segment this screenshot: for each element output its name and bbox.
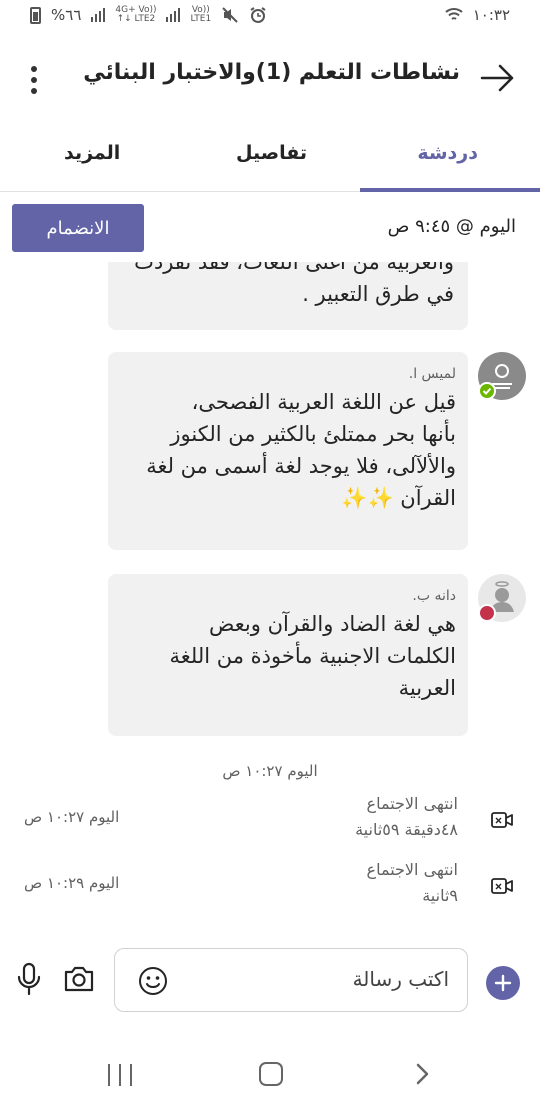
join-button[interactable]: الانضمام (12, 204, 144, 252)
active-tab-indicator (360, 188, 540, 192)
battery-level: %٦٦ (51, 6, 82, 24)
home-icon[interactable] (259, 1062, 283, 1086)
mute-icon (222, 7, 238, 23)
chat-message[interactable]: لميس ا. قيل عن اللغة العربية الفصحى، بأن… (108, 352, 468, 550)
message-composer: اكتب رسالة (0, 946, 540, 1016)
event-time: اليوم ١٠:٢٧ ص (24, 808, 120, 826)
status-bar-right: ١٠:٣٢ (445, 6, 510, 24)
video-call-icon (491, 812, 513, 828)
message-author: لميس ا. (408, 366, 456, 382)
tab-bar: دردشة تفاصيل المزيد (0, 124, 540, 192)
tab-chat[interactable]: دردشة (417, 142, 478, 164)
more-options-icon[interactable] (28, 66, 40, 94)
status-bar: %٦٦ 4G+ Vo)) ↑↓ LTE2 Vo)) LTE1 ١٠:٣٢ (0, 0, 540, 36)
message-line: هي لغة الضاد والقرآن وبعض (209, 612, 456, 636)
plus-icon (494, 974, 512, 992)
avatar[interactable] (478, 574, 526, 622)
add-attachment-button[interactable] (486, 966, 520, 1000)
event-duration: ٩ثانية (422, 886, 458, 905)
event-title: انتهى الاجتماع (366, 860, 458, 879)
chat-thread[interactable]: والعربية من أغنى اللغات، فقد تفردت في طر… (0, 262, 540, 934)
network-label-2: Vo)) LTE1 (190, 5, 212, 24)
chat-message[interactable]: دانه ب. هي لغة الضاد والقرآن وبعض الكلما… (108, 574, 468, 736)
nav-back-icon[interactable] (412, 1062, 432, 1086)
system-nav-bar (0, 1042, 540, 1110)
back-arrow-icon[interactable] (480, 62, 516, 94)
event-title: انتهى الاجتماع (366, 794, 458, 813)
message-author: دانه ب. (412, 588, 456, 604)
clock: ١٠:٣٢ (472, 6, 510, 24)
chat-message[interactable]: والعربية من أغنى اللغات، فقد تفردت في طر… (108, 262, 468, 330)
signal-icon (91, 8, 106, 22)
message-line: قيل عن اللغة العربية الفصحى، (191, 390, 456, 414)
available-status-icon (478, 382, 496, 400)
battery-icon (30, 6, 41, 24)
message-line: القرآن ✨✨ (341, 486, 456, 510)
busy-status-icon (478, 604, 496, 622)
tab-more[interactable]: المزيد (64, 142, 120, 164)
message-placeholder: اكتب رسالة (352, 967, 449, 991)
wifi-icon (445, 8, 463, 20)
camera-icon[interactable] (62, 964, 96, 994)
microphone-icon[interactable] (16, 962, 42, 996)
meeting-ended-event[interactable]: انتهى الاجتماع ٤٨دقيقة ٥٩ثانية اليوم ١٠:… (0, 794, 540, 854)
alarm-icon (250, 7, 266, 23)
signal-icon-2 (166, 8, 181, 22)
network-label-1: 4G+ Vo)) ↑↓ LTE2 (115, 5, 157, 24)
app-header: نشاطات التعلم (1)والاختبار البنائي (0, 36, 540, 124)
event-duration: ٤٨دقيقة ٥٩ثانية (355, 820, 458, 839)
video-call-icon (491, 878, 513, 894)
message-line: بأنها بحر ممتلئ بالكثير من الكنوز (170, 422, 456, 446)
recent-apps-icon[interactable] (108, 1064, 132, 1086)
avatar[interactable] (478, 352, 526, 400)
event-time: اليوم ١٠:٢٩ ص (24, 874, 120, 892)
meeting-ended-event[interactable]: انتهى الاجتماع ٩ثانية اليوم ١٠:٢٩ ص (0, 860, 540, 920)
tab-details[interactable]: تفاصيل (236, 142, 307, 164)
message-line: والعربية من أغنى اللغات، فقد تفردت (134, 262, 454, 274)
message-line: في طرق التعبير . (302, 282, 454, 306)
page-title: نشاطات التعلم (1)والاختبار البنائي (83, 60, 460, 85)
message-line: العربية (398, 676, 456, 700)
emoji-icon[interactable] (137, 965, 169, 997)
meeting-time: اليوم @ ٩:٤٥ ص (387, 216, 516, 237)
status-bar-left: %٦٦ 4G+ Vo)) ↑↓ LTE2 Vo)) LTE1 (30, 6, 267, 24)
message-line: الكلمات الاجنبية مأخوذة من اللغة (169, 644, 457, 668)
message-line: والألآلى، فلا يوجد لغة أسمى من لغة (146, 454, 456, 478)
date-separator: اليوم ١٠:٢٧ ص (222, 762, 318, 780)
message-input[interactable]: اكتب رسالة (114, 948, 468, 1012)
